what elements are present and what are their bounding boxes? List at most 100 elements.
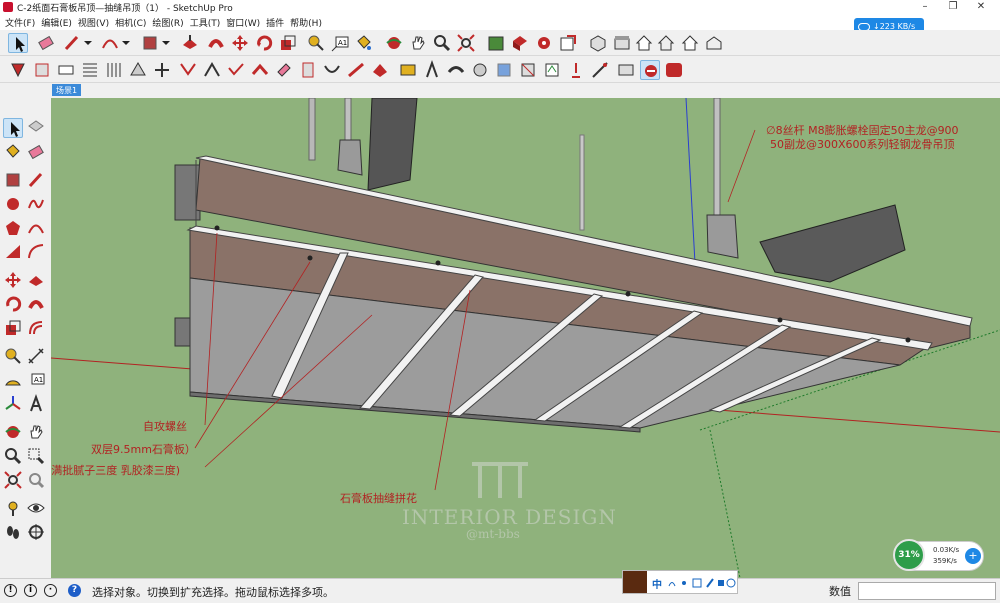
arc-tool-button[interactable]: [100, 33, 120, 53]
plugin-tool-28[interactable]: [664, 60, 684, 80]
left-section-button[interactable]: [26, 522, 46, 542]
menu-window[interactable]: 窗口(W): [223, 14, 263, 31]
left-protractor-button[interactable]: [3, 370, 23, 390]
zoom-button[interactable]: [432, 33, 452, 53]
left-select-button[interactable]: [3, 118, 23, 138]
plugin-tool-13[interactable]: [298, 60, 318, 80]
left-scale-button[interactable]: [3, 318, 23, 338]
warehouse-button[interactable]: [486, 33, 506, 53]
geo-location-icon[interactable]: !: [4, 584, 17, 597]
plugin-tool-27[interactable]: [640, 60, 660, 80]
left-move-button[interactable]: [3, 270, 23, 290]
3d-viewport[interactable]: ∅8丝杆 M8膨胀螺栓固定50主龙@900 50副龙@300X600系列轻钢龙骨…: [51, 98, 1000, 578]
ime-toolbar[interactable]: 中: [622, 570, 738, 594]
plugin-tool-9[interactable]: [202, 60, 222, 80]
tape-measure-button[interactable]: [306, 33, 326, 53]
menu-edit[interactable]: 编辑(E): [38, 14, 75, 31]
menu-plugins[interactable]: 插件: [263, 14, 287, 31]
orbit-button[interactable]: [384, 33, 404, 53]
paint-bucket-button[interactable]: [354, 33, 374, 53]
plugin-tool-3[interactable]: [56, 60, 76, 80]
components-button[interactable]: [510, 33, 530, 53]
credits-icon[interactable]: i: [24, 584, 37, 597]
shape-tool-button[interactable]: [140, 33, 160, 53]
maximize-button[interactable]: ❐: [938, 0, 968, 14]
left-look-around-button[interactable]: [26, 498, 46, 518]
plugin-tool-22[interactable]: [518, 60, 538, 80]
left-polygon-button[interactable]: [3, 218, 23, 238]
left-dimension-button[interactable]: [26, 346, 46, 366]
arc-dropdown-button[interactable]: [120, 33, 140, 53]
left-3pt-arc-button[interactable]: [26, 242, 46, 262]
view-front-button[interactable]: [634, 33, 654, 53]
plugin-tool-5[interactable]: [104, 60, 124, 80]
view-left-button[interactable]: [704, 33, 724, 53]
eraser-tool-button[interactable]: [36, 33, 56, 53]
left-offset-button[interactable]: [26, 318, 46, 338]
performance-widget[interactable]: 31% 0.03K/s 359K/s +: [893, 539, 984, 571]
pan-button[interactable]: [408, 33, 428, 53]
left-rectangle-button[interactable]: [3, 170, 23, 190]
rotate-tool-button[interactable]: [254, 33, 274, 53]
left-line-button[interactable]: [26, 170, 46, 190]
left-orbit-button[interactable]: [3, 422, 23, 442]
left-axes-button[interactable]: [3, 394, 23, 414]
menu-view[interactable]: 视图(V): [75, 14, 112, 31]
scale-tool-button[interactable]: [278, 33, 298, 53]
select-tool-button[interactable]: [8, 33, 28, 53]
view-top-button[interactable]: [612, 33, 632, 53]
left-text-button[interactable]: A1: [26, 370, 46, 390]
boost-button[interactable]: +: [965, 548, 981, 564]
plugin-tool-19[interactable]: [446, 60, 466, 80]
left-zoom-button[interactable]: [3, 446, 23, 466]
left-eraser-button[interactable]: [26, 142, 46, 162]
left-zoom-window-button[interactable]: [26, 446, 46, 466]
left-tape-button[interactable]: [3, 346, 23, 366]
plugin-tool-8[interactable]: [178, 60, 198, 80]
zoom-extents-button[interactable]: [456, 33, 476, 53]
plugin-tool-24[interactable]: [566, 60, 586, 80]
view-iso-button[interactable]: [588, 33, 608, 53]
plugin-tool-7[interactable]: [152, 60, 172, 80]
menu-help[interactable]: 帮助(H): [287, 14, 325, 31]
plugin-tool-21[interactable]: [494, 60, 514, 80]
left-freehand-button[interactable]: [26, 194, 46, 214]
line-tool-button[interactable]: [62, 33, 82, 53]
plugin-tool-25[interactable]: [590, 60, 610, 80]
left-component-button[interactable]: [26, 118, 46, 138]
measurements-input[interactable]: [858, 582, 996, 600]
push-pull-button[interactable]: [180, 33, 200, 53]
plugin-tool-10[interactable]: [226, 60, 246, 80]
ime-mode-indicator[interactable]: 中: [652, 576, 662, 591]
user-icon[interactable]: ·: [44, 584, 57, 597]
text-tool-button[interactable]: A1: [330, 33, 350, 53]
follow-me-button[interactable]: [206, 33, 226, 53]
left-previous-button[interactable]: [26, 470, 46, 490]
plugin-tool-2[interactable]: [32, 60, 52, 80]
left-pushpull-button[interactable]: [26, 270, 46, 290]
view-back-button[interactable]: [680, 33, 700, 53]
left-followme-button[interactable]: [26, 294, 46, 314]
plugin-tool-20[interactable]: [470, 60, 490, 80]
menu-tools[interactable]: 工具(T): [187, 14, 224, 31]
menu-camera[interactable]: 相机(C): [112, 14, 149, 31]
shape-dropdown-button[interactable]: [160, 33, 180, 53]
plugin-tool-17[interactable]: [398, 60, 418, 80]
move-tool-button[interactable]: [230, 33, 250, 53]
plugin-tool-12[interactable]: [274, 60, 294, 80]
plugin-tool-15[interactable]: [346, 60, 366, 80]
left-rotate-button[interactable]: [3, 294, 23, 314]
left-arc-button[interactable]: [26, 218, 46, 238]
menu-draw[interactable]: 绘图(R): [149, 14, 186, 31]
plugin-tool-1[interactable]: [8, 60, 28, 80]
close-button[interactable]: ✕: [966, 0, 996, 14]
plugin-tool-14[interactable]: [322, 60, 342, 80]
plugin-tool-4[interactable]: [80, 60, 100, 80]
left-circle-button[interactable]: [3, 194, 23, 214]
plugin-tool-18[interactable]: [422, 60, 442, 80]
share-model-button[interactable]: [558, 33, 578, 53]
left-paint-button[interactable]: [3, 142, 23, 162]
left-3dtext-button[interactable]: [26, 394, 46, 414]
left-zoom-extents-button[interactable]: [3, 470, 23, 490]
plugin-tool-26[interactable]: [616, 60, 636, 80]
